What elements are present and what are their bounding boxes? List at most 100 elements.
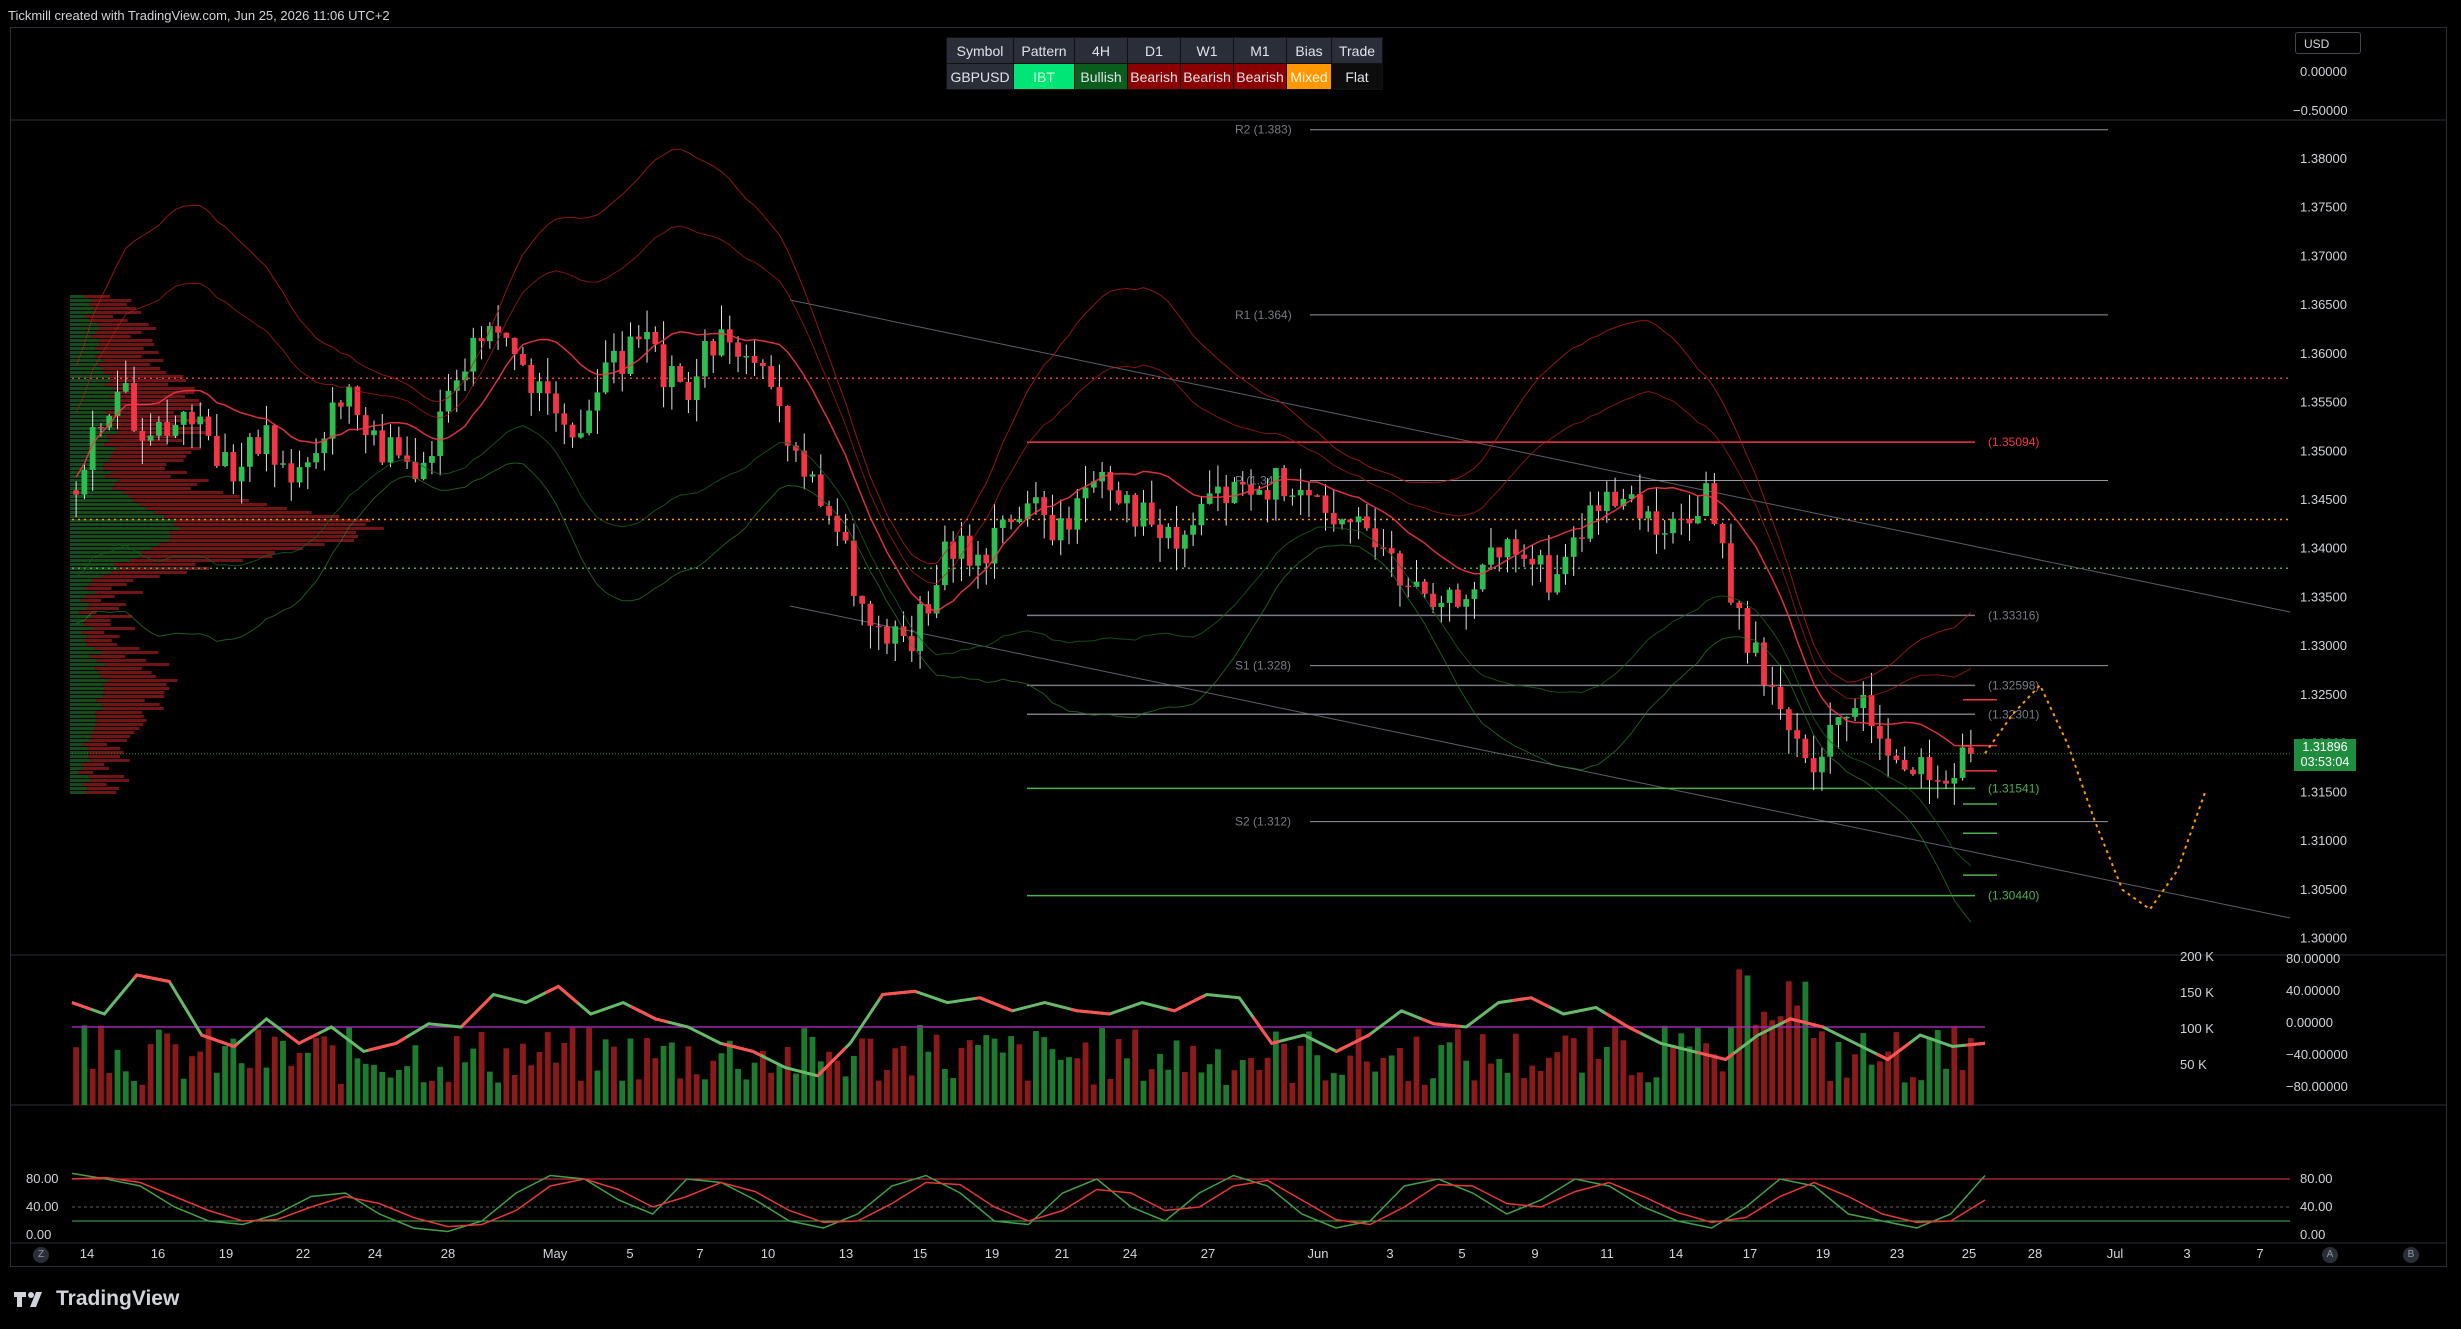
- y-axis-tick: 1.31500: [2300, 784, 2347, 799]
- x-axis-tick: 19: [985, 1246, 999, 1261]
- volume-bar: [1959, 1070, 1966, 1105]
- volume-bar: [263, 1067, 270, 1105]
- candle-body: [809, 474, 816, 477]
- volume-bar: [1736, 969, 1743, 1105]
- volume-bar: [503, 1048, 510, 1105]
- volume-bar: [536, 1051, 543, 1105]
- volume-axis-tick: 100 K: [2180, 1021, 2214, 1036]
- candle-body: [1281, 468, 1288, 497]
- volume-profile-bar: [109, 459, 184, 462]
- volume-profile-bar: [89, 303, 127, 306]
- candle-body: [983, 554, 990, 564]
- volume-profile-bar: [70, 307, 94, 310]
- volume-profile-bar: [70, 379, 111, 382]
- tradingview-logo[interactable]: TradingView: [12, 1287, 179, 1311]
- volume-bar: [1115, 1039, 1122, 1105]
- volume-profile-bar: [91, 299, 132, 302]
- candle-body: [304, 462, 311, 468]
- volume-profile-bar: [70, 415, 111, 418]
- timezone-button[interactable]: Z: [33, 1247, 49, 1263]
- volume-bar: [1769, 1020, 1776, 1105]
- volume-bar: [1868, 1064, 1875, 1105]
- key-level-label: (1.35094): [1988, 435, 2039, 449]
- volume-profile-bar: [104, 663, 170, 666]
- volume-profile-bar: [89, 583, 127, 586]
- auto-scale-button[interactable]: A: [2322, 1247, 2338, 1263]
- volume-bar: [114, 1049, 121, 1105]
- volume-profile-bar: [70, 479, 119, 482]
- volume-profile-bar: [70, 331, 96, 334]
- volume-bar: [1620, 1040, 1627, 1105]
- volume-axis-tick: 50 K: [2180, 1057, 2207, 1072]
- volume-bar: [321, 1036, 328, 1105]
- volume-bar: [1124, 1058, 1130, 1105]
- volume-profile-bar: [88, 775, 124, 778]
- x-axis-tick: 17: [1743, 1246, 1757, 1261]
- x-axis-tick: 15: [913, 1246, 927, 1261]
- volume-profile-bar: [70, 439, 110, 442]
- bias-table-value-3: Bearish: [1127, 63, 1181, 90]
- volume-profile-bar: [140, 555, 273, 558]
- x-axis-tick: 11: [1600, 1246, 1614, 1261]
- volume-bar: [155, 1029, 162, 1105]
- candle-body: [73, 490, 80, 495]
- candle-body: [1454, 589, 1461, 607]
- volume-bar: [1810, 1037, 1817, 1105]
- volume-bar: [1041, 1037, 1048, 1105]
- volume-bar: [991, 1038, 998, 1105]
- stochastic-axis-tick-left: 40.00: [26, 1199, 59, 1214]
- volume-profile-bar: [95, 667, 142, 670]
- x-axis-tick: 24: [368, 1246, 382, 1261]
- volume-bar: [1843, 1077, 1850, 1105]
- candle-body: [213, 435, 220, 467]
- volume-bar: [966, 1040, 973, 1105]
- bias-table-value-7: Flat: [1331, 63, 1383, 90]
- candle-body: [784, 406, 791, 446]
- volume-profile-bar: [115, 399, 200, 402]
- volume-bar: [1785, 981, 1792, 1105]
- volume-bar: [1562, 1035, 1569, 1105]
- candle-body: [892, 626, 899, 644]
- volume-bar: [1537, 1070, 1544, 1105]
- volume-profile-bar: [70, 403, 117, 406]
- volume-profile-bar: [145, 507, 287, 510]
- volume-bar: [1761, 1011, 1767, 1105]
- volume-bar: [660, 1045, 667, 1105]
- volume-profile-bar: [70, 499, 133, 502]
- volume-bar: [1777, 1016, 1784, 1105]
- volume-profile-bar: [70, 635, 88, 638]
- volume-profile-bar: [100, 351, 159, 354]
- volume-profile-bar: [104, 443, 168, 446]
- volume-bar: [950, 1078, 957, 1105]
- candle-body: [1521, 554, 1527, 559]
- key-level-label: (1.31541): [1988, 781, 2039, 795]
- candle-body: [1661, 533, 1668, 535]
- candle-body: [1926, 757, 1933, 781]
- volume-bar: [1479, 1034, 1486, 1105]
- log-scale-button[interactable]: B: [2403, 1247, 2419, 1263]
- volume-profile-bar: [84, 619, 111, 622]
- candle-body: [884, 626, 890, 644]
- key-level-label: (1.32301): [1988, 707, 2039, 721]
- candle-body: [230, 452, 237, 482]
- volume-bar: [420, 1082, 427, 1105]
- candle-body: [1488, 547, 1494, 565]
- candle-body: [255, 437, 262, 455]
- volume-bar: [197, 1051, 204, 1105]
- volume-bar: [280, 1040, 286, 1105]
- volume-bar: [958, 1047, 965, 1105]
- candle-body: [1008, 519, 1014, 523]
- trend-channel-upper: [789, 299, 2291, 613]
- currency-selector[interactable]: USD: [2295, 32, 2361, 54]
- volume-bar: [1554, 1052, 1561, 1105]
- x-axis-tick: 22: [296, 1246, 310, 1261]
- volume-profile-bar: [110, 455, 187, 458]
- bollinger-band-line: [75, 462, 1972, 923]
- bias-table-value-5: Bearish: [1233, 63, 1287, 90]
- y-axis-tick: 1.31000: [2300, 833, 2347, 848]
- volume-profile-bar: [70, 691, 104, 694]
- volume-profile-bar: [98, 339, 153, 342]
- chart-canvas[interactable]: 1.38000 1.37500 1.37000 1.36500 1.36000 1.355…: [0, 0, 2461, 1329]
- candle-body: [1082, 487, 1089, 499]
- volume-profile-bar: [70, 595, 86, 598]
